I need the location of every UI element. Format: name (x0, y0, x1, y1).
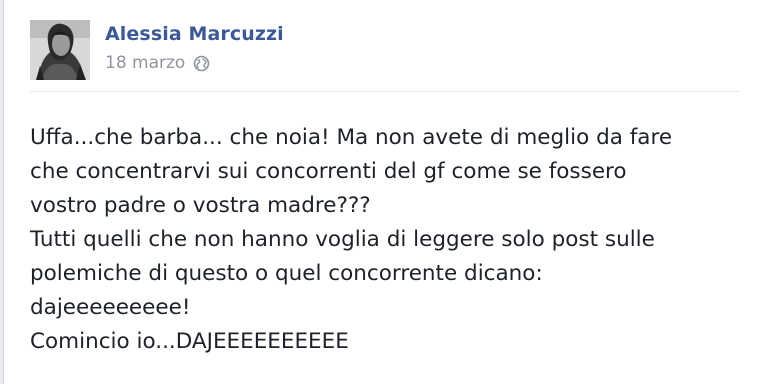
post-message: Uffa...che barba... che noia! Ma non ave… (30, 121, 745, 359)
avatar-photo (30, 20, 90, 80)
post-message-line: dajeeeeeeeee! (30, 295, 191, 320)
author-name-link[interactable]: Alessia Marcuzzi (105, 23, 284, 45)
post-header: Alessia Marcuzzi 18 marzo (30, 20, 740, 84)
page-left-edge (0, 0, 4, 384)
post-message-line: Comincio io...DAJEEEEEEEEEE (30, 329, 349, 354)
post-message-line: vostro padre o vostra madre??? (30, 193, 371, 218)
header-divider (30, 91, 740, 92)
post-meta: 18 marzo (105, 52, 210, 74)
post-message-line: Tutti quelli che non hanno voglia di leg… (30, 227, 655, 252)
post-timestamp[interactable]: 18 marzo (105, 53, 185, 73)
post-message-line: che concentrarvi sui concorrenti del gf … (30, 159, 627, 184)
avatar[interactable] (30, 20, 90, 80)
globe-icon[interactable] (193, 55, 210, 72)
post-message-line: polemiche di questo o quel concorrente d… (30, 261, 543, 286)
post-message-line: Uffa...che barba... che noia! Ma non ave… (30, 125, 673, 150)
